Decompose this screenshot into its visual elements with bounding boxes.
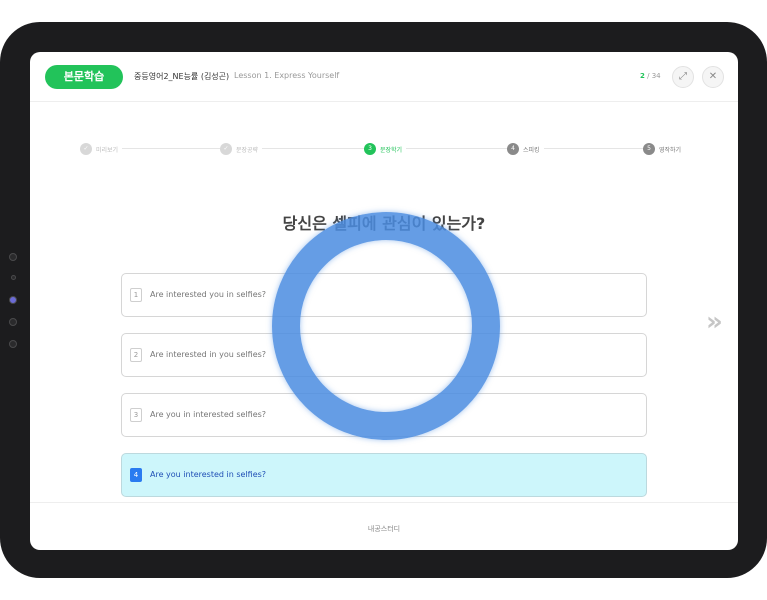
step-number: 5 [643, 143, 655, 155]
step-3[interactable]: 3 문장학기 [364, 142, 407, 156]
footer-bar: 내공스터디 [30, 502, 738, 550]
check-icon: ✓ [80, 143, 92, 155]
page-current: 2 [640, 72, 645, 80]
page-indicator: 2 / 34 [640, 72, 661, 80]
device-sensor [11, 275, 16, 280]
progress-steps: ✓ 미리보기 ✓ 문장공략 3 문장학기 4 스피킹 5 영작하기 [80, 142, 690, 156]
course-title: 중등영어2_NE능률 (김성곤) [134, 72, 230, 81]
step-label: 스피킹 [523, 146, 540, 154]
option-text: Are interested you in selfies? [150, 290, 267, 299]
option-number: 4 [130, 468, 142, 482]
header-bar: 본문학습 중등영어2_NE능률 (김성곤) Lesson 1. Express … [30, 52, 738, 102]
step-number: 4 [507, 143, 519, 155]
next-page-icon[interactable]: » [706, 307, 723, 337]
answer-option-4[interactable]: 4 Are you interested in selfies? [121, 453, 647, 497]
device-button [9, 253, 17, 261]
lesson-title: Lesson 1. Express Yourself [234, 71, 340, 80]
option-number: 1 [130, 288, 142, 302]
option-text: Are interested in you selfies? [150, 350, 267, 359]
close-button[interactable]: ✕ [702, 66, 724, 88]
option-number: 3 [130, 408, 142, 422]
option-text: Are you in interested selfies? [150, 410, 267, 419]
option-number: 2 [130, 348, 142, 362]
close-icon: ✕ [708, 71, 718, 82]
app-screen: 본문학습 중등영어2_NE능률 (김성곤) Lesson 1. Express … [30, 52, 738, 550]
loading-ring [272, 212, 500, 440]
option-text: Are you interested in selfies? [150, 470, 267, 479]
page-total: / 34 [647, 72, 661, 80]
step-2[interactable]: ✓ 문장공략 [220, 142, 263, 156]
step-label: 문장공략 [236, 146, 259, 154]
step-4[interactable]: 4 스피킹 [507, 142, 544, 156]
step-number: 3 [364, 143, 376, 155]
device-button [9, 318, 17, 326]
expand-icon: ⤢ [679, 71, 687, 82]
step-label: 문장학기 [380, 146, 403, 154]
section-tag: 본문학습 [45, 65, 123, 89]
device-camera [9, 296, 17, 304]
tablet-frame: 본문학습 중등영어2_NE능률 (김성곤) Lesson 1. Express … [0, 22, 767, 578]
step-label: 영작하기 [659, 146, 682, 154]
step-label: 미리보기 [96, 146, 119, 154]
fullscreen-button[interactable]: ⤢ [672, 66, 694, 88]
device-button [9, 340, 17, 348]
check-icon: ✓ [220, 143, 232, 155]
step-1[interactable]: ✓ 미리보기 [80, 142, 123, 156]
footer-brand: 내공스터디 [367, 525, 401, 533]
step-5[interactable]: 5 영작하기 [643, 142, 686, 156]
